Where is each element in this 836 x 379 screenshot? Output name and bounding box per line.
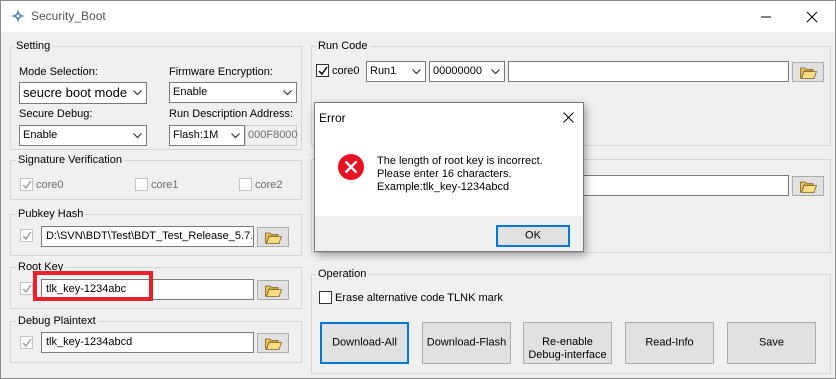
run-code-core0-label: core0 <box>332 65 360 77</box>
erase-tlnk-label: Erase alternative code TLNK mark <box>335 292 503 304</box>
pubkey-hash-path-field[interactable]: D:\SVN\BDT\Test\BDT_Test_Release_5.7.4 <box>41 226 254 247</box>
error-message-line1: The length of root key is incorrect. <box>377 155 543 167</box>
checkmark-icon <box>22 284 32 294</box>
secure-debug-label: Secure Debug: <box>19 108 93 120</box>
signature-core0-checkbox <box>20 178 33 191</box>
folder-open-icon <box>265 232 282 244</box>
ok-button[interactable]: OK <box>496 225 570 247</box>
signature-core2-checkbox <box>239 178 252 191</box>
secondary-browse-button[interactable] <box>792 176 824 196</box>
title-bar: Security_Boot <box>1 1 835 32</box>
minimize-icon <box>761 16 771 18</box>
app-icon <box>10 8 26 24</box>
firmware-encryption-label: Firmware Encryption: <box>169 66 273 78</box>
download-flash-button[interactable]: Download-Flash <box>422 322 511 364</box>
signature-core1-checkbox <box>135 178 148 191</box>
checkmark-icon <box>22 231 32 241</box>
signature-verification-label: Signature Verification <box>16 154 124 166</box>
debug-plaintext-checkbox <box>20 336 33 349</box>
root-key-browse-button[interactable] <box>257 280 289 300</box>
mode-selection-select[interactable]: seucre boot mode <box>19 82 147 104</box>
error-message-line2: Please enter 16 characters. <box>377 168 512 180</box>
chevron-down-icon <box>133 133 142 139</box>
security-boot-window: Security_Boot Setting Mode Selection: se… <box>0 0 836 379</box>
run-code-label: Run Code <box>316 40 370 52</box>
chevron-down-icon <box>412 69 421 75</box>
debug-plaintext-label: Debug Plaintext <box>16 315 98 327</box>
folder-open-icon <box>800 67 817 79</box>
firmware-encryption-select[interactable]: Enable <box>169 82 297 103</box>
folder-open-icon <box>800 181 817 193</box>
debug-plaintext-browse-button[interactable] <box>257 333 289 353</box>
run-mode-select[interactable]: Run1 <box>366 61 426 82</box>
erase-tlnk-checkbox[interactable] <box>319 291 332 304</box>
setting-group-label: Setting <box>14 40 53 52</box>
run-description-select[interactable]: Flash:1M <box>169 125 245 146</box>
error-dialog: Error The length of root key is incorrec… <box>314 102 584 252</box>
error-icon <box>337 153 365 184</box>
pubkey-hash-browse-button[interactable] <box>257 227 289 247</box>
error-dialog-close-button[interactable] <box>553 103 583 131</box>
minimize-button[interactable] <box>743 1 789 32</box>
signature-core1-label: core1 <box>151 179 179 191</box>
save-button[interactable]: Save <box>727 322 816 364</box>
run-code-browse-button[interactable] <box>792 62 824 82</box>
chevron-down-icon <box>283 90 292 96</box>
chevron-down-icon <box>491 69 500 75</box>
run-code-path-field[interactable] <box>508 61 789 82</box>
debug-plaintext-field[interactable]: tlk_key-1234abcd <box>41 332 254 353</box>
read-info-button[interactable]: Read-Info <box>625 322 714 364</box>
signature-core2-label: core2 <box>255 179 283 191</box>
root-key-highlight <box>33 271 153 301</box>
secure-debug-select[interactable]: Enable <box>19 125 147 146</box>
run-code-core0-checkbox[interactable] <box>316 64 329 77</box>
operation-label: Operation <box>316 268 369 280</box>
mode-selection-label: Mode Selection: <box>19 66 98 78</box>
close-icon <box>806 11 818 23</box>
reenable-debug-button[interactable]: Re-enable Debug-interface <box>523 322 612 364</box>
chevron-down-icon <box>133 90 142 96</box>
checkmark-icon <box>22 180 32 190</box>
run-address-select[interactable]: 00000000 <box>429 61 505 82</box>
folder-open-icon <box>265 285 282 297</box>
close-icon <box>563 112 574 123</box>
error-dialog-footer: OK <box>315 216 583 251</box>
pubkey-hash-checkbox <box>20 229 33 242</box>
run-description-address-field: 000F8000 <box>245 125 298 146</box>
root-key-checkbox <box>20 282 33 295</box>
window-title: Security_Boot <box>31 9 106 23</box>
error-dialog-title: Error <box>319 111 346 125</box>
run-description-label: Run Description Address: <box>169 108 294 120</box>
download-all-button[interactable]: Download-All <box>320 322 409 364</box>
folder-open-icon <box>265 338 282 350</box>
error-message-line3: Example:tlk_key-1234abcd <box>377 181 510 193</box>
signature-core0-label: core0 <box>36 179 64 191</box>
pubkey-hash-label: Pubkey Hash <box>16 208 86 220</box>
checkmark-icon <box>318 66 328 76</box>
checkmark-icon <box>22 338 32 348</box>
secondary-path-field[interactable] <box>581 175 789 196</box>
close-button[interactable] <box>789 1 835 32</box>
chevron-down-icon <box>231 133 240 139</box>
